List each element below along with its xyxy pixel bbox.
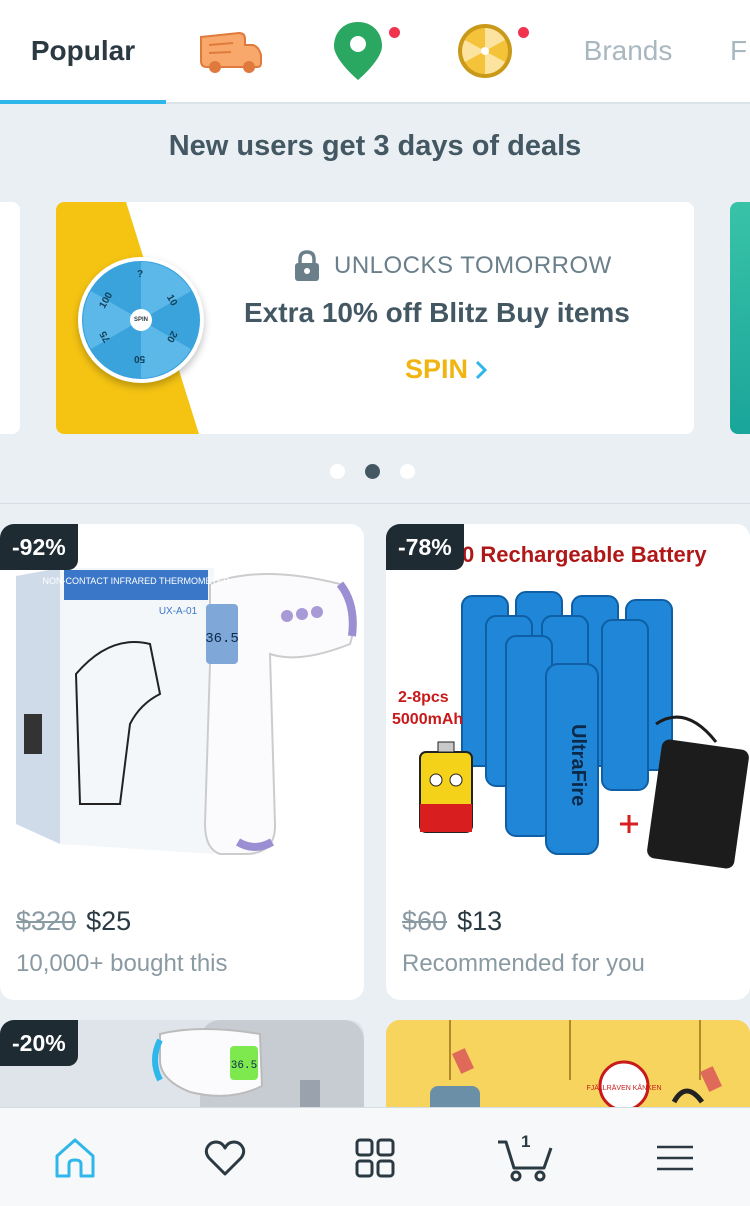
section-divider [0, 503, 750, 504]
tab-prize-wheel[interactable] [430, 0, 540, 102]
battery-spec-count: 2-8pcs [398, 689, 449, 706]
nav-categories[interactable] [300, 1108, 450, 1206]
location-pin-icon [334, 22, 382, 80]
chevron-right-icon [475, 360, 488, 379]
product-recommendation: Recommended for you [402, 950, 645, 977]
tab-popular-label: Popular [30, 35, 136, 66]
truck-icon [200, 31, 262, 73]
battery-spec-capacity: 5000mAh [392, 711, 463, 728]
top-tab-bar: Popular Brands F [0, 0, 750, 104]
wheel-label: ? [137, 269, 144, 280]
deals-heading: New users get 3 days of deals [168, 130, 582, 162]
carousel-dot-active[interactable] [365, 464, 380, 479]
nav-menu[interactable] [600, 1108, 750, 1206]
carousel-dot[interactable] [330, 464, 345, 479]
tab-shipping[interactable] [175, 0, 285, 102]
discount-badge: -78% [386, 524, 464, 570]
product-card[interactable]: -92% NON-CONTACT INFRARED THERMOMETER UX… [0, 524, 364, 1000]
tab-brands-label: Brands [583, 35, 673, 66]
battery-banner: 0 Rechargeable Battery [462, 542, 707, 567]
heart-icon [204, 1140, 246, 1175]
thermometer-reading: 36.5 [205, 631, 239, 647]
wheel-label: 50 [134, 353, 146, 364]
discount-badge: -92% [0, 524, 78, 570]
lock-icon [295, 250, 319, 281]
spin-button[interactable]: SPIN [405, 354, 488, 385]
nav-cart[interactable]: 1 [450, 1108, 600, 1206]
tab-brands[interactable]: Brands [570, 0, 686, 102]
original-price: $60 [402, 906, 448, 936]
wheel-hub: SPIN [130, 309, 152, 331]
carousel-card-next[interactable] [730, 202, 750, 434]
active-tab-indicator [0, 100, 166, 104]
cart-count-badge: 1 [521, 1132, 531, 1151]
product-image-thermometer: NON-CONTACT INFRARED THERMOMETER UX-A-01… [0, 524, 364, 886]
promo-headline: Extra 10% off Blitz Buy items [244, 297, 630, 328]
notification-dot [389, 27, 400, 38]
price-row: $60 $13 [402, 906, 502, 937]
price-row: $320 $25 [16, 906, 131, 937]
thermometer-box-title: NON-CONTACT INFRARED THERMOMETER [42, 576, 230, 586]
menu-icon [657, 1145, 693, 1170]
carousel-dot[interactable] [400, 464, 415, 479]
notification-dot [518, 27, 529, 38]
sale-price: $13 [457, 906, 503, 936]
grid-icon [355, 1138, 395, 1177]
thermometer-model: UX-A-01 [159, 606, 198, 617]
product-social-proof: 10,000+ bought this [16, 950, 228, 977]
carousel-pagination [330, 464, 415, 479]
carousel-card-previous[interactable] [0, 202, 20, 434]
unlock-status: UNLOCKS TOMORROW [294, 250, 612, 282]
original-price: $320 [16, 906, 77, 936]
tab-next-partial[interactable]: F [730, 0, 750, 102]
tab-popular[interactable]: Popular [0, 0, 166, 104]
spin-promo-card[interactable]: ? 10 20 50 75 100 SPIN UNLOCKS TOMORROW … [56, 202, 694, 434]
nav-wishlist[interactable] [150, 1108, 300, 1206]
home-icon [55, 1138, 95, 1177]
discount-badge: -20% [0, 1020, 78, 1066]
tab-next-label: F [730, 35, 748, 66]
product-card[interactable]: -78% 0 Rechargeable Battery 2-8pcs 5000m… [386, 524, 750, 1000]
bottom-navigation: 1 [0, 1107, 750, 1206]
nav-home[interactable] [0, 1108, 150, 1206]
sale-price: $25 [86, 906, 132, 936]
thermometer-reading: 36.5 [231, 1060, 257, 1072]
spin-label: SPIN [405, 354, 469, 384]
backpack-brand: FJÄLLRÄVEN KÅNKEN [586, 1083, 661, 1092]
battery-brand: UltraFire [567, 724, 589, 806]
spin-wheel-icon: ? 10 20 50 75 100 SPIN [78, 257, 204, 383]
product-image-battery: 0 Rechargeable Battery 2-8pcs 5000mAh Ul… [386, 524, 750, 886]
prize-wheel-icon [458, 24, 512, 78]
unlock-label: UNLOCKS TOMORROW [334, 252, 612, 279]
tab-local[interactable] [303, 0, 413, 102]
